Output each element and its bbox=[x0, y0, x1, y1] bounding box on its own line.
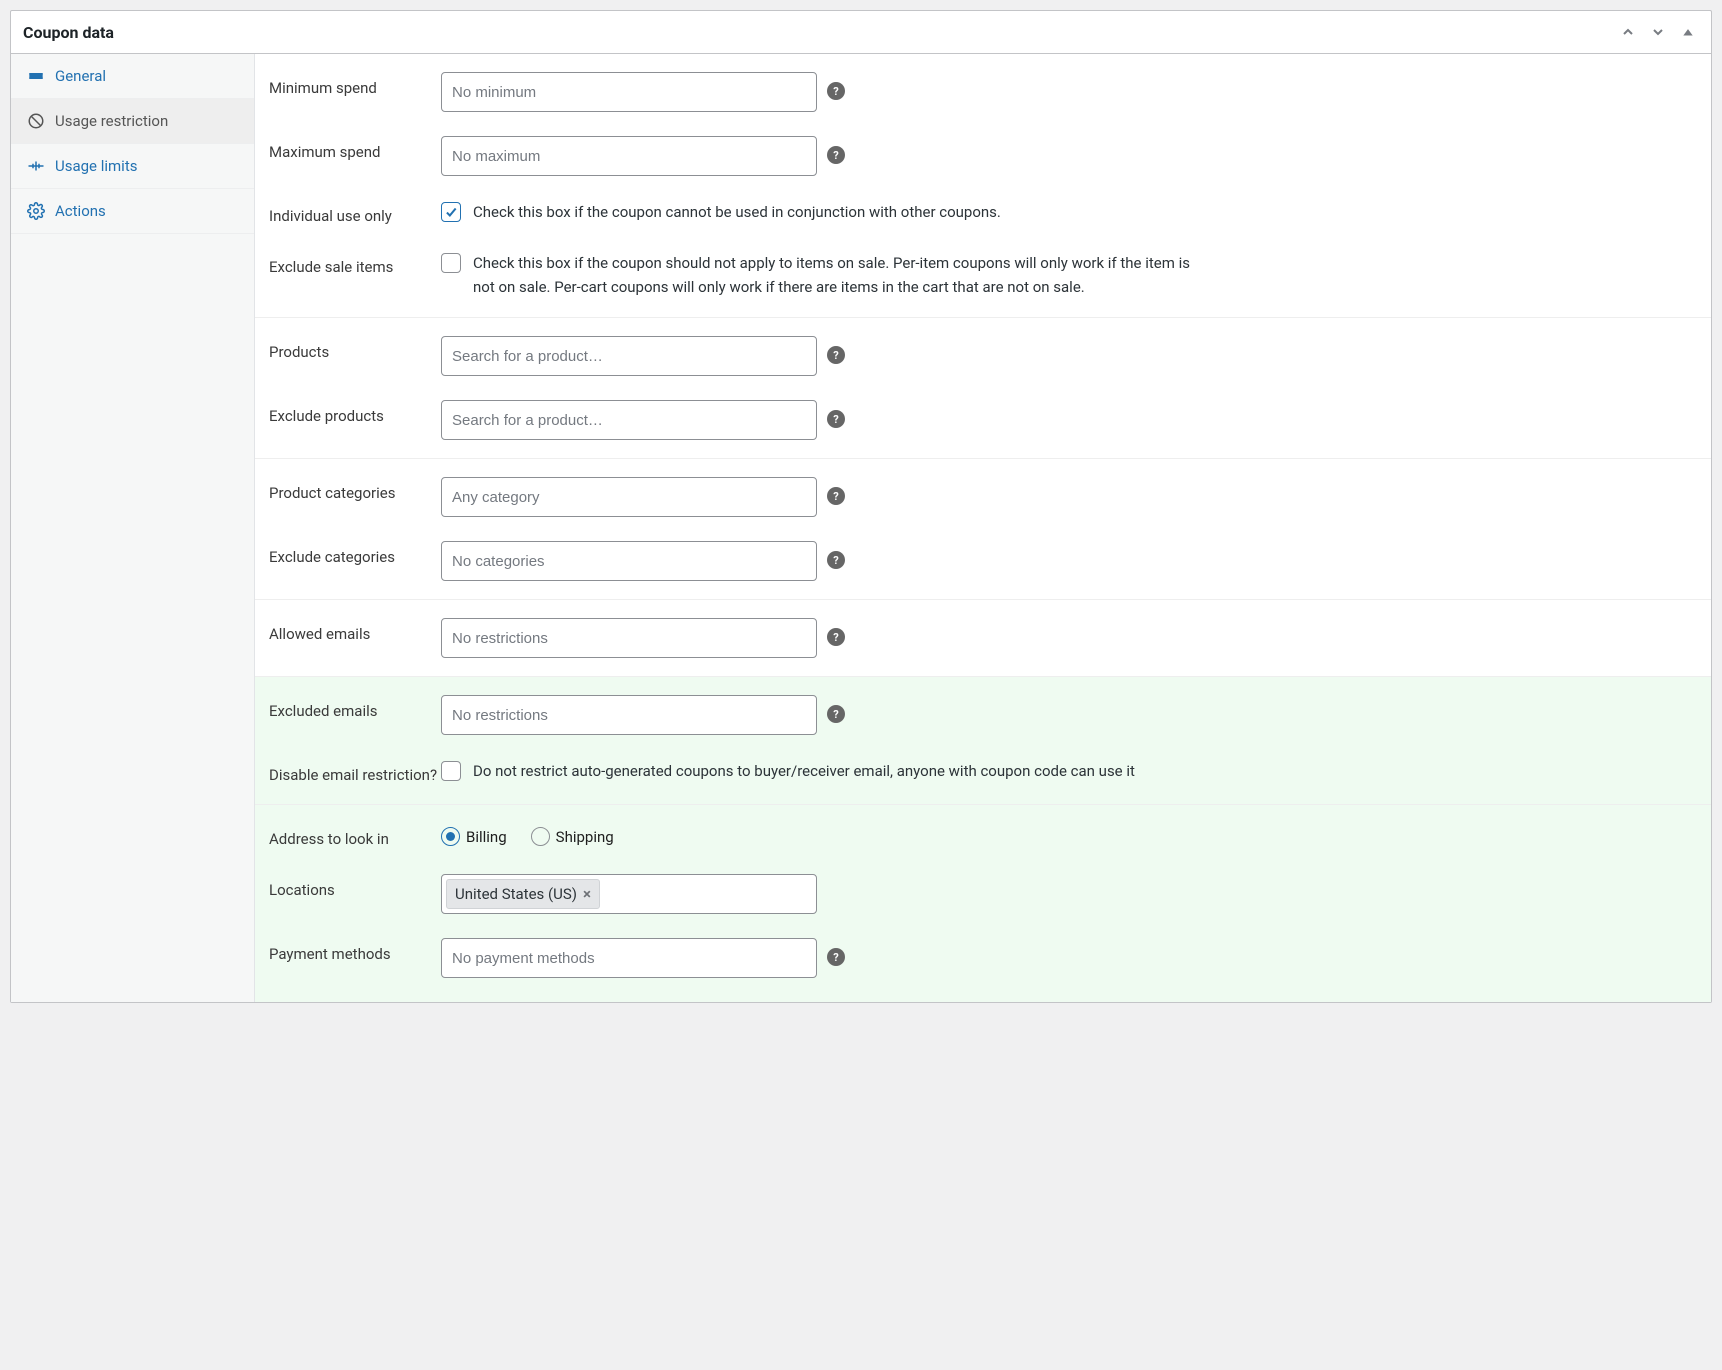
panel-title: Coupon data bbox=[23, 23, 114, 42]
exclude-sale-desc: Check this box if the coupon should not … bbox=[471, 251, 1191, 299]
exclude-categories-input[interactable] bbox=[441, 541, 817, 581]
location-tag: United States (US) × bbox=[446, 879, 600, 909]
disable-email-desc: Do not restrict auto-generated coupons t… bbox=[471, 759, 1135, 783]
products-label: Products bbox=[269, 336, 441, 363]
help-icon[interactable]: ? bbox=[827, 410, 845, 428]
min-spend-input[interactable] bbox=[441, 72, 817, 112]
allowed-emails-input[interactable] bbox=[441, 618, 817, 658]
product-categories-input[interactable] bbox=[441, 477, 817, 517]
disable-email-label: Disable email restriction? bbox=[269, 759, 441, 786]
panel-tabs: General Usage restriction Usage limits bbox=[11, 54, 255, 1002]
move-up-icon[interactable] bbox=[1617, 21, 1639, 43]
radio-label: Billing bbox=[466, 828, 507, 846]
coupon-data-panel: Coupon data General bbox=[10, 10, 1712, 1003]
tag-label: United States (US) bbox=[455, 885, 577, 903]
tab-usage-restriction[interactable]: Usage restriction bbox=[11, 99, 254, 144]
move-down-icon[interactable] bbox=[1647, 21, 1669, 43]
help-icon[interactable]: ? bbox=[827, 487, 845, 505]
help-icon[interactable]: ? bbox=[827, 346, 845, 364]
exclude-categories-label: Exclude categories bbox=[269, 541, 441, 568]
help-icon[interactable]: ? bbox=[827, 948, 845, 966]
tab-usage-limits[interactable]: Usage limits bbox=[11, 144, 254, 189]
address-shipping-radio[interactable]: Shipping bbox=[531, 827, 614, 846]
exclude-sale-label: Exclude sale items bbox=[269, 251, 441, 278]
exclude-products-input[interactable] bbox=[441, 400, 817, 440]
help-icon[interactable]: ? bbox=[827, 146, 845, 164]
panel-content: Minimum spend ? Maximum spend ? Individu… bbox=[255, 54, 1711, 1002]
payment-methods-label: Payment methods bbox=[269, 938, 441, 965]
panel-controls bbox=[1617, 21, 1699, 43]
panel-header: Coupon data bbox=[11, 11, 1711, 54]
radio-label: Shipping bbox=[556, 828, 614, 846]
tab-label: Usage limits bbox=[55, 157, 137, 175]
collapse-icon[interactable] bbox=[1677, 21, 1699, 43]
products-input[interactable] bbox=[441, 336, 817, 376]
product-categories-label: Product categories bbox=[269, 477, 441, 504]
excluded-emails-label: Excluded emails bbox=[269, 695, 441, 722]
gear-icon bbox=[27, 202, 45, 220]
allowed-emails-label: Allowed emails bbox=[269, 618, 441, 645]
payment-methods-input[interactable] bbox=[441, 938, 817, 978]
address-billing-radio[interactable]: Billing bbox=[441, 827, 507, 846]
help-icon[interactable]: ? bbox=[827, 551, 845, 569]
address-lookin-group: Billing Shipping bbox=[441, 823, 614, 846]
max-spend-label: Maximum spend bbox=[269, 136, 441, 163]
tab-general[interactable]: General bbox=[11, 54, 254, 99]
exclude-products-label: Exclude products bbox=[269, 400, 441, 427]
help-icon[interactable]: ? bbox=[827, 82, 845, 100]
locations-label: Locations bbox=[269, 874, 441, 901]
excluded-emails-input[interactable] bbox=[441, 695, 817, 735]
tag-remove-icon[interactable]: × bbox=[583, 885, 591, 903]
ticket-icon bbox=[27, 67, 45, 85]
help-icon[interactable]: ? bbox=[827, 705, 845, 723]
min-spend-label: Minimum spend bbox=[269, 72, 441, 99]
help-icon[interactable]: ? bbox=[827, 628, 845, 646]
sliders-icon bbox=[27, 157, 45, 175]
tab-label: Actions bbox=[55, 202, 106, 220]
address-lookin-label: Address to look in bbox=[269, 823, 441, 850]
exclude-sale-checkbox[interactable] bbox=[441, 253, 461, 273]
disable-email-checkbox[interactable] bbox=[441, 761, 461, 781]
tab-actions[interactable]: Actions bbox=[11, 189, 254, 234]
individual-use-desc: Check this box if the coupon cannot be u… bbox=[471, 200, 1001, 224]
locations-input[interactable]: United States (US) × bbox=[441, 874, 817, 914]
tab-label: Usage restriction bbox=[55, 112, 168, 130]
individual-use-label: Individual use only bbox=[269, 200, 441, 227]
individual-use-checkbox[interactable] bbox=[441, 202, 461, 222]
tab-label: General bbox=[55, 67, 106, 85]
block-icon bbox=[27, 112, 45, 130]
max-spend-input[interactable] bbox=[441, 136, 817, 176]
